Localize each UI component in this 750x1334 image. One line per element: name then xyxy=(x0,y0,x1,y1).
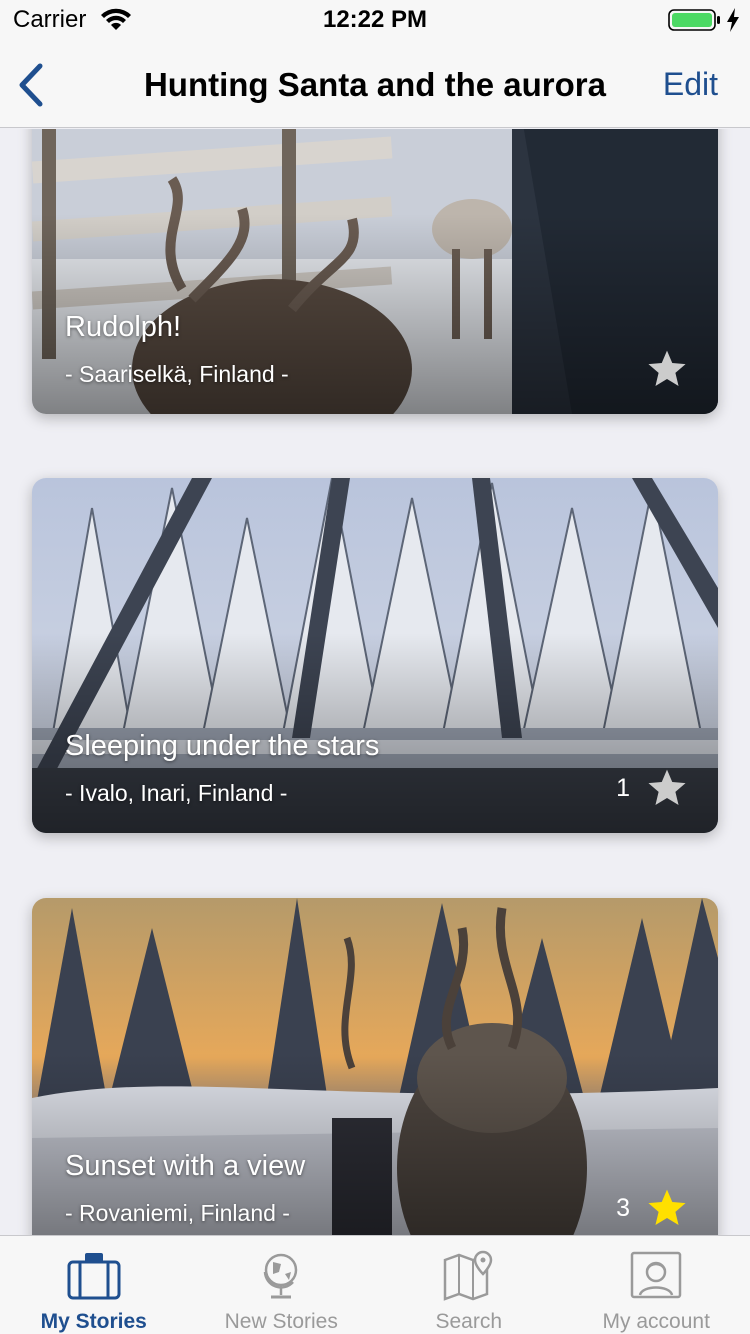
tab-bar: My Stories New Stories Search My account xyxy=(0,1235,750,1334)
star-icon[interactable] xyxy=(646,1187,688,1229)
story-title: Sunset with a view xyxy=(65,1150,306,1182)
story-card[interactable]: Sleeping under the stars - Ivalo, Inari,… xyxy=(32,478,718,833)
story-location: - Saariselkä, Finland - xyxy=(65,361,289,387)
battery-icon xyxy=(668,9,720,31)
status-time: 12:22 PM xyxy=(322,6,428,33)
tab-search[interactable]: Search xyxy=(375,1236,563,1334)
tab-label: My account xyxy=(602,1310,710,1333)
globe-icon xyxy=(264,1253,298,1299)
status-bar: Carrier 12:22 PM xyxy=(0,0,750,40)
user-portrait-icon xyxy=(631,1251,682,1299)
story-list[interactable]: Rudolph! - Saariselkä, Finland - Sleepin… xyxy=(0,129,750,1235)
star-count: 1 xyxy=(616,774,630,802)
tab-new-stories[interactable]: New Stories xyxy=(188,1236,376,1334)
story-location: - Rovaniemi, Finland - xyxy=(65,1200,290,1226)
star-icon[interactable] xyxy=(646,348,688,390)
star-icon[interactable] xyxy=(646,767,688,809)
navigation-bar: Hunting Santa and the aurora Edit xyxy=(0,40,750,128)
page-title: Hunting Santa and the aurora xyxy=(143,66,607,103)
story-card[interactable]: Sunset with a view - Rovaniemi, Finland … xyxy=(32,898,718,1235)
story-title: Rudolph! xyxy=(65,311,182,343)
map-icon xyxy=(443,1250,493,1301)
star-count: 3 xyxy=(616,1194,630,1222)
tab-label: New Stories xyxy=(224,1310,338,1333)
tab-my-account[interactable]: My account xyxy=(563,1236,750,1334)
suitcase-icon xyxy=(67,1253,121,1300)
charging-bolt-icon xyxy=(727,8,739,32)
tab-my-stories[interactable]: My Stories xyxy=(0,1236,188,1334)
story-location: - Ivalo, Inari, Finland - xyxy=(65,780,288,806)
story-card[interactable]: Rudolph! - Saariselkä, Finland - xyxy=(32,129,718,414)
tab-label: My Stories xyxy=(40,1310,147,1333)
edit-button[interactable]: Edit xyxy=(663,66,718,103)
tab-label: Search xyxy=(435,1310,503,1333)
story-title: Sleeping under the stars xyxy=(65,730,380,762)
chevron-left-icon[interactable] xyxy=(14,62,46,108)
